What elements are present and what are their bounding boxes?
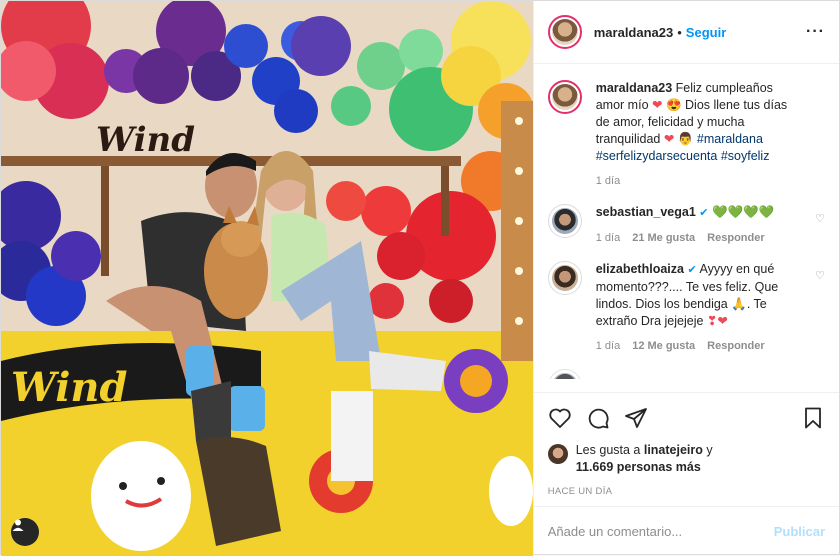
comment-likes[interactable]: 21 Me gusta <box>632 230 695 247</box>
floor-wind-text: Wind <box>11 364 127 411</box>
commenter-avatar[interactable] <box>547 261 582 295</box>
commenter-avatar[interactable] <box>547 369 582 379</box>
caption-username[interactable]: maraldana23 <box>596 81 672 95</box>
tagged-users-button[interactable] <box>11 518 39 546</box>
instagram-post: Wind Wind maraldana23 • Seguir ··· maral… <box>0 0 840 556</box>
follow-button[interactable]: Seguir <box>686 25 726 40</box>
comment-username[interactable]: sebastian_vega1 <box>596 205 696 219</box>
praying-hands-emoji-icon: 🙏 <box>731 297 747 311</box>
comment-icon[interactable] <box>586 406 610 430</box>
hashtag-link[interactable]: #serfelizydarsecuenta <box>596 149 718 163</box>
red-heart-icon: ❤ <box>652 98 663 112</box>
heart-outline-icon[interactable]: ♡ <box>815 269 825 282</box>
author-avatar[interactable] <box>547 15 582 49</box>
caption: maraldana23 Feliz cumpleaños amor mío ❤ … <box>547 80 825 190</box>
heart-eyes-emoji-icon: 😍 <box>665 98 682 112</box>
verified-badge-icon: ✔ <box>687 264 697 276</box>
add-comment-bar: Publicar <box>533 506 839 556</box>
user-icon <box>12 519 24 531</box>
reply-button[interactable]: Responder <box>707 230 764 247</box>
more-options-icon[interactable]: ··· <box>806 23 825 41</box>
comment-username[interactable]: elizabethloaiza <box>596 262 684 276</box>
next-comment-partial <box>547 369 825 379</box>
hashtag-link[interactable]: #soyfeliz <box>721 149 770 163</box>
share-icon[interactable] <box>624 406 648 430</box>
comments-list[interactable]: maraldana23 Feliz cumpleaños amor mío ❤ … <box>534 64 839 392</box>
reply-button[interactable]: Responder <box>707 338 764 355</box>
comment-meta: 1 día 12 Me gusta Responder <box>596 338 803 355</box>
post-timestamp[interactable]: HACE UN DÍA <box>534 482 839 506</box>
likes-count[interactable]: 11.669 personas más <box>576 460 701 474</box>
comment-likes[interactable]: 12 Me gusta <box>632 338 695 355</box>
man-emoji-icon: 👨 <box>677 132 694 146</box>
post-side-panel: maraldana23 • Seguir ··· maraldana23 Fel… <box>532 1 839 556</box>
caption-avatar[interactable] <box>547 80 582 114</box>
post-actions <box>533 392 839 442</box>
heart-exclamation-icon: ❣ <box>706 314 718 328</box>
comment-time[interactable]: 1 día <box>596 230 620 247</box>
wind-sign-text: Wind <box>96 120 195 160</box>
post-header: maraldana23 • Seguir ··· <box>533 1 839 64</box>
caption-meta: 1 día <box>596 173 803 190</box>
likes-middle: y <box>702 443 713 457</box>
hashtag-link[interactable]: #maraldana <box>697 132 763 146</box>
caption-time[interactable]: 1 día <box>596 173 620 190</box>
comment-item: sebastian_vega1 ✔ 💚💚💚💚 1 día 21 Me gusta… <box>547 204 825 247</box>
author-username[interactable]: maraldana23 <box>594 25 674 40</box>
heart-icon[interactable] <box>548 406 572 430</box>
red-heart-icon: ❤ <box>663 132 675 146</box>
liker-username[interactable]: linatejeiro <box>644 443 703 457</box>
bookmark-icon[interactable] <box>801 406 825 430</box>
liker-avatar[interactable] <box>547 444 568 464</box>
comment-input[interactable] <box>547 524 774 539</box>
comment-meta: 1 día 21 Me gusta Responder <box>596 230 775 247</box>
red-heart-icon: ❤ <box>717 314 728 328</box>
publish-button[interactable]: Publicar <box>774 524 825 539</box>
likes-prefix: Les gusta a <box>575 443 644 457</box>
separator-dot: • <box>677 24 682 40</box>
likes-summary: Les gusta a linatejeiro y 11.669 persona… <box>534 442 839 482</box>
post-photo[interactable]: Wind Wind <box>1 1 533 556</box>
comment-item: elizabethloaiza ✔ Ayyyy en qué momento??… <box>547 261 825 355</box>
comment-time[interactable]: 1 día <box>596 338 620 355</box>
commenter-avatar[interactable] <box>547 204 582 238</box>
verified-badge-icon: ✔ <box>699 207 709 219</box>
heart-outline-icon[interactable]: ♡ <box>815 212 825 225</box>
green-heart-icon: 💚💚💚💚 <box>711 205 775 219</box>
photo-illustration: Wind Wind <box>1 1 533 556</box>
